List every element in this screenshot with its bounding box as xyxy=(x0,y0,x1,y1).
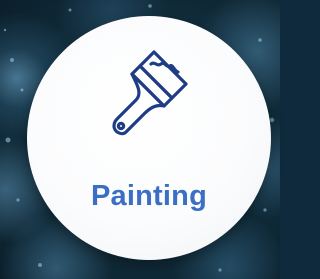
card-title: Painting xyxy=(91,180,207,212)
paintbrush-icon xyxy=(112,50,188,136)
